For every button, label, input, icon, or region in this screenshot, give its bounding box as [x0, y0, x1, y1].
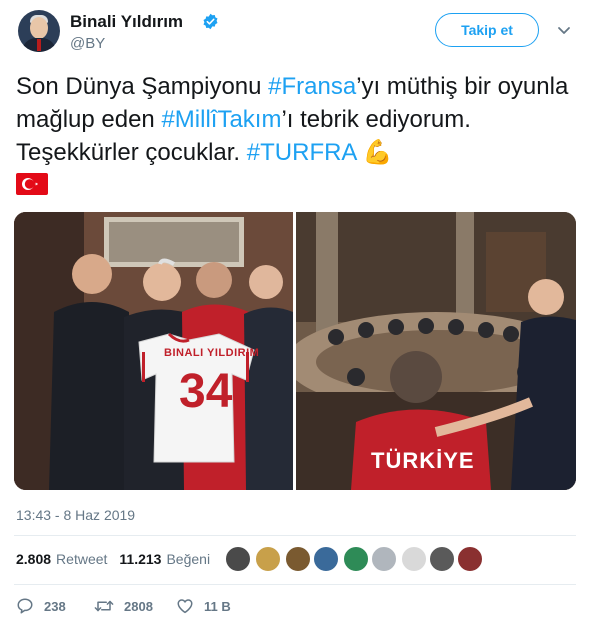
tweet-actions: 238 2808 11 B — [16, 596, 316, 618]
liker-avatar[interactable] — [343, 546, 369, 572]
tweet-header: Binali Yıldırım @BY Takip et — [18, 10, 578, 60]
verified-badge-icon — [203, 13, 218, 30]
follow-button[interactable]: Takip et — [435, 13, 539, 47]
liker-avatar[interactable] — [285, 546, 311, 572]
avatar[interactable] — [18, 10, 60, 52]
like-count[interactable]: 11.213 — [119, 551, 161, 567]
turkey-flag-icon — [16, 173, 48, 195]
hashtag-link[interactable]: #TURFRA — [247, 139, 356, 166]
retweet-action-count: 2808 — [124, 598, 153, 614]
retweet-label[interactable]: Retweet — [56, 551, 107, 567]
shirt-back-text: TÜRKİYE — [371, 448, 475, 473]
tweet-media[interactable]: BINALI YILDIRIM 34 TÜRKİYE — [14, 212, 576, 490]
tweet-text-part: Son Dünya Şampiyonu — [16, 73, 269, 100]
flexed-biceps-emoji: 💪 — [362, 139, 393, 166]
retweet-button[interactable]: 2808 — [94, 596, 153, 616]
hashtag-link[interactable]: #Fransa — [268, 73, 356, 100]
reply-button[interactable]: 238 — [16, 596, 66, 616]
tweet-text: Son Dünya Şampiyonu #Fransa’yı müthiş bi… — [16, 70, 581, 169]
liker-avatar[interactable] — [255, 546, 281, 572]
jersey-number-text: 34 — [179, 365, 233, 418]
heart-icon — [177, 599, 193, 614]
retweet-count[interactable]: 2.808 — [16, 551, 51, 567]
liker-avatar[interactable] — [371, 546, 397, 572]
photo-team-meeting[interactable]: TÜRKİYE — [286, 212, 576, 490]
hashtag-link[interactable]: #MillîTakım — [161, 106, 281, 133]
author-handle[interactable]: @BY — [70, 35, 105, 52]
divider — [14, 535, 576, 536]
author-name[interactable]: Binali Yıldırım — [70, 12, 183, 32]
jersey-name-text: BINALI YILDIRIM — [164, 347, 260, 359]
avatar-tie — [37, 39, 41, 51]
avatar-face — [30, 17, 48, 39]
like-label[interactable]: Beğeni — [166, 551, 210, 567]
reply-icon — [17, 598, 33, 614]
liker-avatar[interactable] — [457, 546, 483, 572]
liker-avatar[interactable] — [429, 546, 455, 572]
engagement-stats: 2.808 Retweet 11.213 Beğeni — [16, 551, 210, 567]
liker-avatar[interactable] — [313, 546, 339, 572]
tweet-timestamp[interactable]: 13:43 - 8 Haz 2019 — [16, 507, 135, 523]
liker-avatar[interactable] — [401, 546, 427, 572]
chevron-down-icon[interactable] — [556, 22, 572, 38]
divider — [14, 584, 576, 585]
reply-count: 238 — [44, 598, 66, 614]
retweet-icon — [94, 600, 114, 612]
like-button[interactable]: 11 B — [176, 596, 231, 616]
like-action-count: 11 B — [204, 598, 231, 614]
liker-avatar[interactable] — [225, 546, 251, 572]
photo-jersey-presentation[interactable]: BINALI YILDIRIM 34 — [14, 212, 293, 490]
